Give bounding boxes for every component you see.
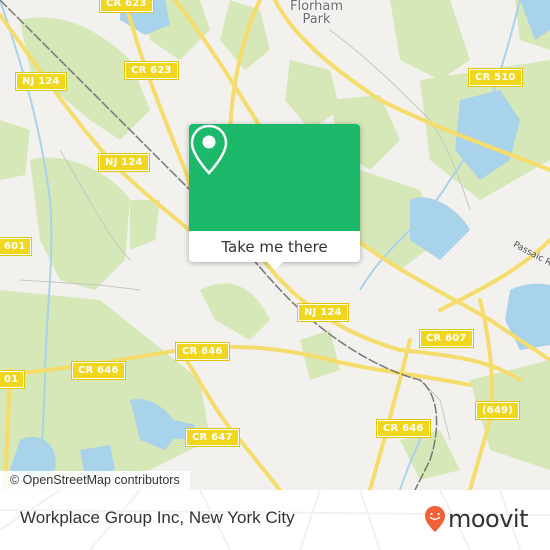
popup-arrow [267,262,283,270]
road-shield: CR 607 [419,329,474,348]
popup-header [189,124,360,231]
place-label-line2: Park [302,12,331,27]
location-pin-icon [190,124,228,175]
road-shield: NJ 124 [98,153,150,172]
destination-popup: Take me there [189,124,360,270]
location-title: Workplace Group Inc, New York City [20,508,295,527]
map-attribution[interactable]: © OpenStreetMap contributors [0,471,190,490]
road-shield: CR 623 [124,61,179,80]
road-shield: CR 623 [99,0,154,13]
place-label-florham-park: Florham Park [290,0,343,26]
road-shield: CR 646 [71,361,126,380]
road-shield: CR 510 [468,68,523,87]
road-shield: 01 [0,370,26,389]
moovit-pin-icon [424,506,445,532]
take-me-there-button[interactable]: Take me there [189,231,360,262]
road-shield: (649) [474,401,521,420]
footer-bar: Workplace Group Inc, New York City moovi… [0,490,550,550]
road-shield: CR 647 [185,428,240,447]
road-shield: NJ 124 [15,72,67,91]
road-shield: NJ 124 [297,303,349,322]
map-view[interactable]: Florham Park CR 623 NJ 124 CR 623 CR 510… [0,0,550,490]
road-shield: 601 [0,237,33,256]
moovit-logo[interactable]: moovit [424,505,529,533]
road-shield: CR 646 [376,419,431,438]
moovit-wordmark: moovit [447,505,529,533]
road-shield: CR 646 [175,342,230,361]
